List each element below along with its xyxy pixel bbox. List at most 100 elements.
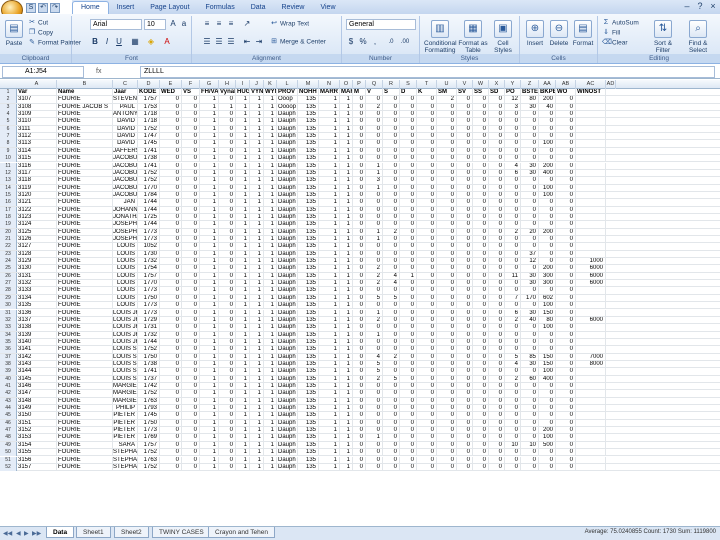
cell[interactable]: 0 bbox=[417, 206, 437, 214]
cell[interactable]: 135 bbox=[298, 118, 319, 126]
column-header[interactable]: I bbox=[236, 80, 250, 89]
cell[interactable]: 1 bbox=[236, 449, 250, 457]
cell[interactable]: 0 bbox=[556, 390, 576, 398]
cell[interactable]: 135 bbox=[298, 441, 319, 449]
cell[interactable]: 1 bbox=[319, 449, 340, 457]
cell[interactable]: 0 bbox=[539, 449, 556, 457]
cell[interactable]: 0 bbox=[182, 383, 200, 390]
cell[interactable] bbox=[576, 412, 606, 420]
cell[interactable]: 200 bbox=[539, 162, 556, 170]
cell[interactable]: 0 bbox=[489, 346, 505, 354]
cell[interactable] bbox=[576, 169, 606, 177]
cell[interactable]: 0 bbox=[366, 206, 383, 214]
cell[interactable]: 3119 bbox=[17, 184, 57, 192]
cell[interactable]: 0 bbox=[383, 162, 400, 170]
cell[interactable]: 0 bbox=[457, 383, 473, 390]
help-icon[interactable]: ? bbox=[695, 1, 705, 11]
cell[interactable]: 0 bbox=[219, 206, 236, 214]
cell[interactable]: LOUIS bbox=[113, 243, 138, 251]
cell[interactable]: 0 bbox=[457, 456, 473, 464]
cell[interactable]: 1 bbox=[200, 111, 219, 119]
cell[interactable]: 1 bbox=[250, 103, 264, 111]
cell[interactable]: 0 bbox=[556, 169, 576, 177]
row-number[interactable]: 15 bbox=[0, 191, 17, 199]
column-header[interactable]: AA bbox=[539, 80, 556, 89]
cell[interactable]: 2 bbox=[366, 375, 383, 383]
cell[interactable]: 0 bbox=[489, 265, 505, 273]
cell[interactable]: 1 bbox=[319, 213, 340, 221]
cell[interactable]: 0 bbox=[556, 103, 576, 111]
align-center-icon[interactable]: ☰ bbox=[214, 37, 224, 47]
cell[interactable]: 0 bbox=[219, 368, 236, 376]
cell[interactable]: 0 bbox=[182, 434, 200, 442]
cell[interactable]: 1 bbox=[340, 140, 353, 148]
cell[interactable]: 3114 bbox=[17, 147, 57, 155]
cell[interactable]: 135 bbox=[298, 324, 319, 332]
cell[interactable] bbox=[576, 346, 606, 354]
align-bottom-icon[interactable]: ≡ bbox=[226, 19, 236, 29]
cell[interactable]: 0 bbox=[556, 111, 576, 119]
cell[interactable]: 0 bbox=[383, 390, 400, 398]
decrease-decimal-icon[interactable]: .00 bbox=[400, 37, 410, 47]
header-cell[interactable]: NOHH bbox=[298, 89, 319, 96]
cell[interactable]: 3121 bbox=[17, 199, 57, 207]
cell[interactable]: 0 bbox=[353, 346, 366, 354]
cell[interactable]: 0 bbox=[417, 228, 437, 236]
cell[interactable]: STEPHANUS bbox=[113, 463, 138, 471]
cell[interactable] bbox=[576, 184, 606, 192]
cell[interactable]: 0 bbox=[417, 125, 437, 133]
cell[interactable]: 0 bbox=[353, 449, 366, 457]
column-header[interactable]: L bbox=[277, 80, 298, 89]
cell[interactable]: 0 bbox=[417, 331, 437, 339]
cell[interactable]: Dauph bbox=[277, 412, 298, 420]
delete-button[interactable]: ⊖ Delete bbox=[548, 20, 570, 47]
undo-icon[interactable]: ↶ bbox=[38, 3, 48, 13]
cell[interactable]: FOURIE bbox=[57, 412, 113, 420]
cell[interactable]: 135 bbox=[298, 375, 319, 383]
cell[interactable]: 0 bbox=[160, 199, 182, 207]
cell[interactable]: 0 bbox=[417, 346, 437, 354]
cell[interactable]: 0 bbox=[489, 111, 505, 119]
cell[interactable]: 1 bbox=[236, 133, 250, 141]
cell[interactable]: 1 bbox=[250, 228, 264, 236]
cell[interactable]: 0 bbox=[521, 405, 539, 413]
cell[interactable]: 1 bbox=[340, 346, 353, 354]
cell[interactable]: 0 bbox=[473, 177, 489, 185]
header-cell[interactable]: VS bbox=[182, 89, 200, 96]
column-header[interactable]: M bbox=[298, 80, 319, 89]
cell[interactable]: 1 bbox=[264, 331, 277, 339]
cell[interactable]: 0 bbox=[556, 456, 576, 464]
cell[interactable]: 1 bbox=[236, 111, 250, 119]
ribbon-tab-view[interactable]: View bbox=[312, 2, 343, 14]
cell[interactable]: 4 bbox=[505, 360, 521, 368]
cell[interactable]: 3151 bbox=[17, 419, 57, 427]
cell[interactable]: 0 bbox=[366, 383, 383, 390]
cell[interactable]: 0 bbox=[489, 177, 505, 185]
cell[interactable]: JACOBUS bbox=[113, 162, 138, 170]
cell[interactable]: 1 bbox=[264, 346, 277, 354]
cell[interactable]: LOUIS JR bbox=[113, 331, 138, 339]
cell[interactable]: 1 bbox=[200, 236, 219, 243]
cell[interactable]: Dauph bbox=[277, 463, 298, 471]
cell[interactable]: 1 bbox=[200, 456, 219, 464]
cell[interactable]: 1 bbox=[319, 360, 340, 368]
cell[interactable]: 0 bbox=[473, 162, 489, 170]
cell[interactable]: FOURIE bbox=[57, 133, 113, 141]
cell[interactable]: 1 bbox=[200, 118, 219, 126]
cell[interactable]: 1 bbox=[264, 155, 277, 163]
cell[interactable]: 0 bbox=[417, 96, 437, 104]
cell[interactable]: 0 bbox=[457, 250, 473, 258]
cell[interactable]: 0 bbox=[437, 133, 457, 141]
cell[interactable]: 0 bbox=[437, 412, 457, 420]
cell[interactable]: LOUIS bbox=[113, 272, 138, 280]
merge-center-button[interactable]: ⊞ Merge & Center bbox=[270, 38, 326, 47]
row-number[interactable]: 2 bbox=[0, 96, 17, 104]
cell[interactable]: 1 bbox=[236, 265, 250, 273]
cell[interactable]: 1 bbox=[200, 177, 219, 185]
cell[interactable]: 0 bbox=[556, 463, 576, 471]
cell[interactable]: 0 bbox=[556, 199, 576, 207]
cell[interactable]: 0 bbox=[160, 111, 182, 119]
cell[interactable]: 0 bbox=[489, 103, 505, 111]
cell[interactable]: 0 bbox=[556, 375, 576, 383]
cell[interactable]: LOUIS bbox=[113, 294, 138, 302]
